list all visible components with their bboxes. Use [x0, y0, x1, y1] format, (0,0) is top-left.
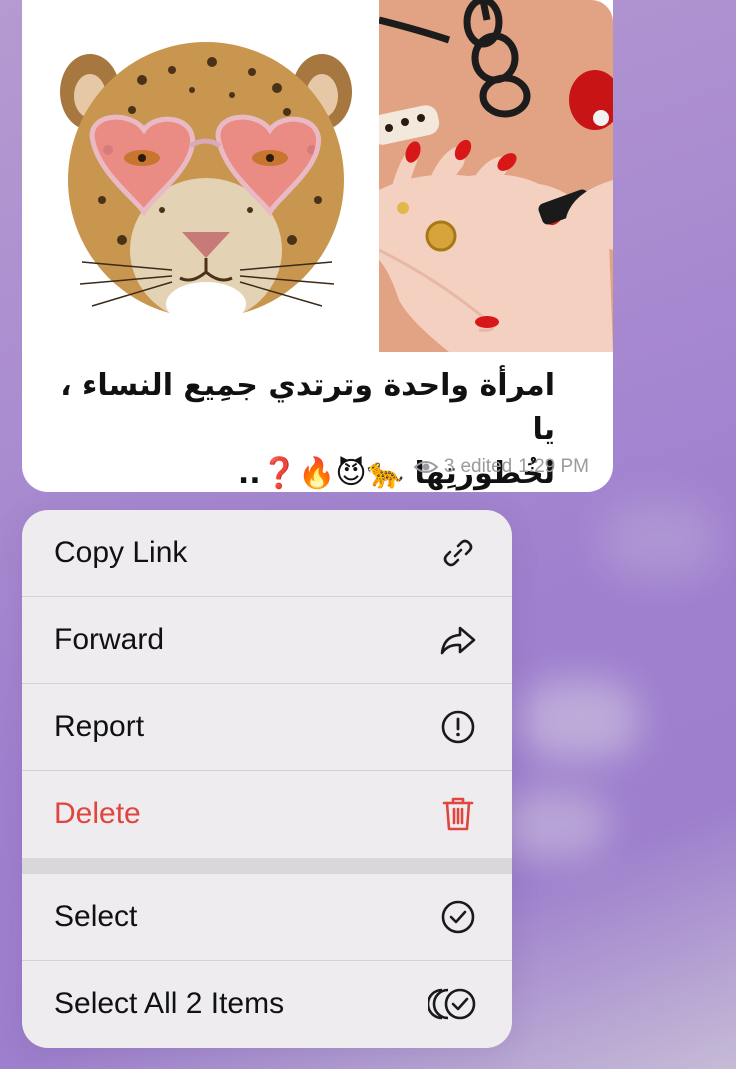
leopard-heart-glasses-image[interactable]	[22, 0, 374, 352]
forward-arrow-icon	[438, 620, 478, 660]
select-all-button[interactable]: Select All 2 Items	[22, 961, 512, 1047]
background-blur	[500, 790, 610, 860]
caption-line: امرأة واحدة وترتدي جمِيع النساء ، يا	[60, 368, 555, 447]
edited-label: edited	[460, 456, 513, 477]
exclamation-circle-icon	[438, 707, 478, 747]
message-meta: 3 edited 1:29 PM	[413, 456, 589, 478]
message-bubble[interactable]: امرأة واحدة وترتدي جمِيع النساء ، يا لخُ…	[22, 0, 613, 492]
multi-checkmark-circle-icon	[428, 984, 478, 1024]
message-time: 1:29 PM	[518, 456, 589, 477]
forward-button[interactable]: Forward	[22, 597, 512, 683]
menu-item-label: Delete	[54, 797, 141, 830]
background-blur	[600, 500, 720, 580]
menu-group-divider	[22, 858, 512, 874]
background-blur	[520, 680, 640, 760]
trash-icon	[438, 794, 478, 834]
link-icon	[438, 533, 478, 573]
red-nails-phone-cord-image[interactable]	[379, 0, 613, 352]
nails-illustration	[379, 0, 613, 352]
menu-item-label: Forward	[54, 623, 165, 656]
menu-item-label: Select	[54, 900, 138, 933]
checkmark-circle-icon	[438, 897, 478, 937]
eye-icon	[413, 461, 438, 473]
select-button[interactable]: Select	[22, 874, 512, 960]
leopard-illustration	[60, 42, 352, 326]
report-button[interactable]: Report	[22, 684, 512, 770]
menu-item-label: Copy Link	[54, 536, 188, 569]
copy-link-button[interactable]: Copy Link	[22, 510, 512, 596]
context-menu: Copy Link Forward Report Delete Select S…	[22, 510, 512, 1048]
menu-item-label: Select All 2 Items	[54, 987, 285, 1020]
menu-item-label: Report	[54, 710, 145, 743]
view-count: 3	[443, 456, 455, 477]
delete-button[interactable]: Delete	[22, 771, 512, 857]
